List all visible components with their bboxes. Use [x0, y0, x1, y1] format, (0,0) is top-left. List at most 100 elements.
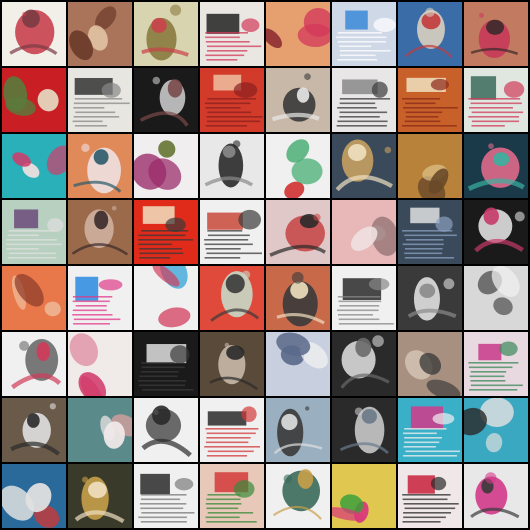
tile-image — [398, 332, 462, 396]
image-grid — [0, 0, 530, 530]
grid-tile — [68, 398, 132, 462]
tile-image — [398, 266, 462, 330]
tile-image — [464, 200, 528, 264]
tile-image — [398, 68, 462, 132]
grid-tile — [332, 464, 396, 528]
grid-tile — [266, 398, 330, 462]
tile-image — [200, 68, 264, 132]
tile-image — [464, 464, 528, 528]
grid-tile — [398, 464, 462, 528]
tile-image — [68, 398, 132, 462]
tile-image — [398, 134, 462, 198]
grid-tile — [266, 266, 330, 330]
grid-tile — [464, 398, 528, 462]
tile-image — [134, 200, 198, 264]
grid-tile — [398, 134, 462, 198]
tile-image — [200, 200, 264, 264]
tile-image — [332, 200, 396, 264]
grid-tile — [68, 332, 132, 396]
tile-image — [134, 2, 198, 66]
grid-tile — [2, 464, 66, 528]
tile-image — [332, 68, 396, 132]
grid-tile — [332, 200, 396, 264]
tile-image — [68, 2, 132, 66]
grid-tile — [332, 2, 396, 66]
grid-tile — [398, 266, 462, 330]
tile-image — [266, 332, 330, 396]
tile-image — [464, 134, 528, 198]
grid-tile — [200, 464, 264, 528]
grid-tile — [464, 332, 528, 396]
tile-image — [332, 134, 396, 198]
tile-image — [464, 398, 528, 462]
tile-image — [332, 464, 396, 528]
tile-image — [134, 68, 198, 132]
grid-tile — [134, 398, 198, 462]
grid-tile — [464, 200, 528, 264]
grid-tile — [332, 332, 396, 396]
grid-tile — [200, 134, 264, 198]
tile-image — [200, 134, 264, 198]
tile-image — [332, 2, 396, 66]
grid-tile — [200, 332, 264, 396]
tile-image — [398, 398, 462, 462]
tile-image — [464, 68, 528, 132]
grid-tile — [134, 332, 198, 396]
grid-tile — [68, 134, 132, 198]
grid-tile — [134, 464, 198, 528]
tile-image — [68, 464, 132, 528]
grid-tile — [332, 398, 396, 462]
tile-image — [266, 134, 330, 198]
tile-image — [200, 464, 264, 528]
grid-tile — [68, 266, 132, 330]
tile-image — [68, 134, 132, 198]
grid-tile — [332, 134, 396, 198]
grid-tile — [398, 332, 462, 396]
grid-tile — [2, 332, 66, 396]
grid-tile — [134, 266, 198, 330]
tile-image — [200, 332, 264, 396]
tile-image — [332, 266, 396, 330]
tile-image — [2, 332, 66, 396]
grid-tile — [2, 134, 66, 198]
tile-image — [200, 2, 264, 66]
grid-tile — [332, 266, 396, 330]
tile-image — [464, 332, 528, 396]
tile-image — [2, 2, 66, 66]
tile-image — [464, 2, 528, 66]
grid-tile — [266, 68, 330, 132]
grid-tile — [2, 266, 66, 330]
tile-image — [398, 464, 462, 528]
grid-tile — [464, 2, 528, 66]
tile-image — [266, 68, 330, 132]
tile-image — [200, 266, 264, 330]
grid-tile — [134, 68, 198, 132]
tile-image — [68, 200, 132, 264]
grid-tile — [200, 68, 264, 132]
tile-image — [2, 68, 66, 132]
grid-tile — [464, 68, 528, 132]
tile-image — [2, 464, 66, 528]
grid-tile — [464, 134, 528, 198]
tile-image — [134, 464, 198, 528]
tile-image — [68, 266, 132, 330]
grid-tile — [398, 398, 462, 462]
tile-image — [266, 398, 330, 462]
tile-image — [134, 332, 198, 396]
grid-tile — [266, 200, 330, 264]
tile-image — [134, 398, 198, 462]
grid-tile — [464, 464, 528, 528]
grid-tile — [398, 68, 462, 132]
tile-image — [2, 398, 66, 462]
grid-tile — [332, 68, 396, 132]
grid-tile — [134, 134, 198, 198]
grid-tile — [398, 2, 462, 66]
tile-image — [68, 332, 132, 396]
tile-image — [266, 2, 330, 66]
tile-image — [200, 398, 264, 462]
tile-image — [332, 398, 396, 462]
grid-tile — [200, 398, 264, 462]
tile-image — [398, 200, 462, 264]
grid-tile — [464, 266, 528, 330]
tile-image — [266, 464, 330, 528]
